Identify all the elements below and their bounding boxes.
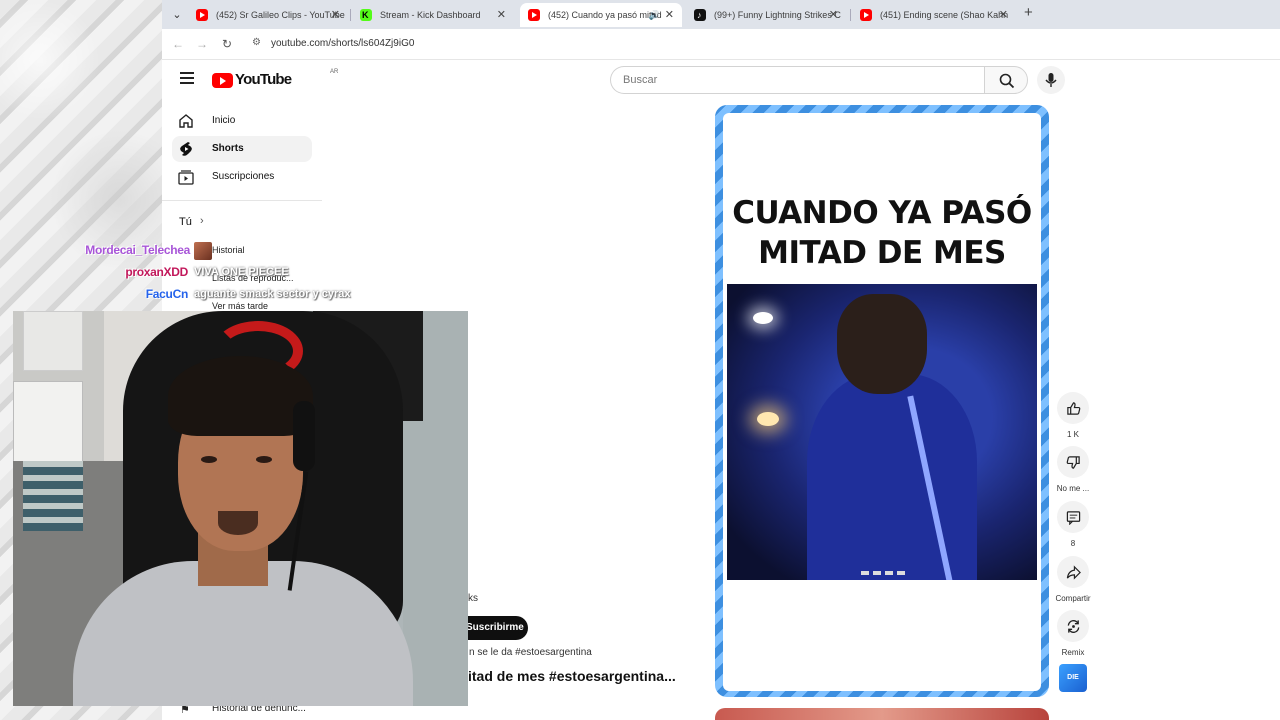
- dislike-action[interactable]: No me ...: [1055, 446, 1091, 493]
- tab-funny-lightning[interactable]: (99+) Funny Lightning Strikes C ✕: [686, 3, 846, 27]
- voice-search-button[interactable]: [1037, 66, 1065, 94]
- channel-name[interactable]: ks: [468, 593, 478, 604]
- menu-icon[interactable]: [180, 72, 194, 84]
- webcam-overlay: [13, 311, 468, 706]
- next-short-preview[interactable]: [715, 708, 1049, 720]
- chat-message: VIVA ONE PIECEE: [194, 266, 289, 278]
- tab-strip: ⌄ (452) Sr Galileo Clips - YouTube ✕ Str…: [162, 0, 1280, 29]
- like-count: 1 K: [1066, 430, 1079, 439]
- tab-cuando-ya-paso[interactable]: (452) Cuando ya pasó mitad 🔊 ✕: [520, 3, 682, 27]
- site-info-icon[interactable]: ⚙: [252, 37, 261, 48]
- reload-icon[interactable]: ↻: [219, 36, 235, 52]
- youtube-icon: [196, 9, 208, 21]
- remix-label: Remix: [1061, 648, 1085, 657]
- sidebar-item-suscripciones[interactable]: Suscripciones: [172, 164, 312, 190]
- share-label: Compartir: [1055, 594, 1091, 603]
- sidebar-item-historial[interactable]: Historial: [212, 245, 245, 255]
- like-icon: [1066, 401, 1080, 415]
- chat-username: proxanXDD: [125, 265, 188, 279]
- search-button[interactable]: [984, 66, 1028, 94]
- address-bar[interactable]: ⚙ youtube.com/shorts/ls604Zj9iG0: [246, 33, 1266, 55]
- close-icon[interactable]: ✕: [331, 3, 340, 27]
- new-tab-icon[interactable]: +: [1024, 4, 1033, 21]
- audio-thumbnail[interactable]: DIE: [1059, 664, 1087, 692]
- youtube-play-icon: [212, 73, 233, 88]
- short-video-clip: [727, 284, 1037, 580]
- forward-icon[interactable]: →: [194, 36, 210, 52]
- short-description: n se le da #estoesargentina: [469, 647, 592, 658]
- close-icon[interactable]: ✕: [497, 3, 506, 27]
- like-action[interactable]: 1 K: [1055, 392, 1091, 439]
- speaker-icon[interactable]: 🔊: [649, 3, 660, 27]
- remix-icon: [1067, 619, 1079, 633]
- chat-message: aguante smack sector y cyrax: [194, 288, 351, 300]
- close-icon[interactable]: ✕: [829, 3, 838, 27]
- home-icon: [179, 114, 193, 128]
- chat-avatar: [194, 242, 212, 260]
- sidebar-item-shorts[interactable]: Shorts: [172, 136, 312, 162]
- tab-kick-dashboard[interactable]: Stream - Kick Dashboard ✕: [352, 3, 514, 27]
- search-placeholder: Buscar: [623, 74, 658, 86]
- close-icon[interactable]: ✕: [665, 3, 674, 27]
- short-caption: CUANDO YA PASÓ MITAD DE MES: [732, 195, 1032, 271]
- microphone-icon: [1045, 73, 1057, 87]
- tiktok-icon: [694, 3, 706, 27]
- chevron-right-icon: ›: [200, 215, 204, 227]
- subscriptions-icon: [178, 170, 194, 185]
- short-title[interactable]: itad de mes #estoesargentina...: [468, 668, 676, 684]
- shorts-icon: [180, 142, 192, 156]
- sidebar-divider: [162, 200, 322, 201]
- search-input[interactable]: Buscar: [610, 66, 985, 94]
- screen: ⌄ (452) Sr Galileo Clips - YouTube ✕ Str…: [0, 0, 1280, 720]
- url-text: youtube.com/shorts/ls604Zj9iG0: [271, 38, 415, 49]
- chat-username: Mordecai_Telechea: [85, 243, 190, 257]
- sidebar-item-ver-mas-tarde[interactable]: Ver más tarde: [212, 301, 268, 311]
- short-video-player[interactable]: CUANDO YA PASÓ MITAD DE MES: [715, 105, 1049, 697]
- watermark-dots: [861, 571, 907, 575]
- sidebar-item-inicio[interactable]: Inicio: [172, 108, 312, 134]
- browser-toolbar: ← → ↻ ⚙ youtube.com/shorts/ls604Zj9iG0: [162, 29, 1280, 60]
- kick-icon: [360, 3, 372, 27]
- share-action[interactable]: Compartir: [1055, 556, 1091, 603]
- tab-sr-galileo[interactable]: (452) Sr Galileo Clips - YouTube ✕: [188, 3, 348, 27]
- remix-action[interactable]: Remix: [1055, 610, 1091, 657]
- tab-search-icon[interactable]: ⌄: [168, 6, 186, 24]
- back-icon[interactable]: ←: [170, 36, 186, 52]
- tab-ending-scene[interactable]: (451) Ending scene (Shao Kahn ✕: [852, 3, 1016, 27]
- comment-count: 8: [1070, 539, 1076, 548]
- search-icon: [999, 73, 1015, 89]
- dislike-icon: [1066, 455, 1080, 469]
- comment-action[interactable]: 8: [1055, 501, 1091, 548]
- close-icon[interactable]: ✕: [999, 3, 1008, 27]
- short-frame: CUANDO YA PASÓ MITAD DE MES: [723, 113, 1041, 691]
- share-icon: [1066, 564, 1081, 580]
- region-code: AR: [330, 69, 339, 75]
- comment-icon: [1066, 510, 1080, 525]
- youtube-icon: [528, 9, 540, 21]
- dislike-label: No me ...: [1056, 484, 1090, 493]
- chat-username: FacuCn: [145, 287, 189, 301]
- youtube-icon: [860, 9, 872, 21]
- sidebar-you-heading[interactable]: Tú: [179, 216, 192, 228]
